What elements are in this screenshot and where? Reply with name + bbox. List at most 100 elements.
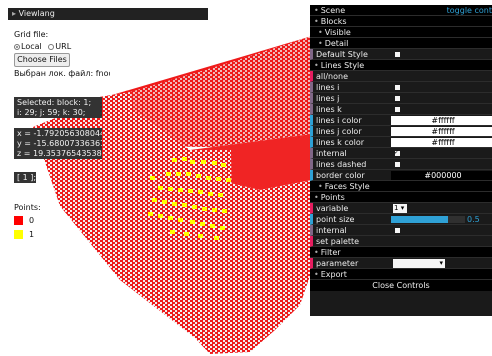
lines-j-row[interactable]: lines j <box>310 93 492 104</box>
set-palette-row[interactable]: set palette <box>310 236 492 247</box>
folder-faces-style-label: Faces Style <box>324 182 370 191</box>
radio-url[interactable] <box>48 43 55 50</box>
point-size-slider-fill <box>391 216 448 223</box>
folder-scene[interactable]: • Scene toggle cont <box>310 5 492 16</box>
folder-dot-icon: • <box>314 61 319 70</box>
points-legend-item-1: 1 <box>14 230 34 239</box>
selection-line-2: i: 29; j: 59; k: 30; <box>17 108 86 117</box>
folder-scene-label: Scene <box>320 6 346 15</box>
default-style-checkbox[interactable] <box>395 52 400 57</box>
lines-i-color-row[interactable]: lines i color #ffffff <box>310 115 492 126</box>
folder-visible-label: Visible <box>324 28 351 37</box>
lines-k-checkbox[interactable] <box>395 107 400 112</box>
loaded-file-text: Выбран лок. файл: fnod <box>14 69 110 78</box>
border-color-row[interactable]: border color #000000 <box>310 170 492 181</box>
legend-swatch-1 <box>14 230 23 239</box>
lines-j-color-row[interactable]: lines j color #ffffff <box>310 126 492 137</box>
point-size-value[interactable]: 0.5 <box>467 214 480 224</box>
all-none-label: all/none <box>316 72 348 81</box>
lines-i-color-label: lines i color <box>316 116 362 125</box>
folder-points[interactable]: • Points <box>310 192 492 203</box>
points-legend-item-0: 0 <box>14 216 34 225</box>
controls-panel: • Scene toggle cont • Blocks • Visible • Deta… <box>310 5 492 316</box>
folder-dot-icon: • <box>314 248 319 257</box>
folder-lines-style-label: Lines Style <box>320 61 365 70</box>
radio-url-label[interactable]: URL <box>55 42 71 51</box>
variable-row[interactable]: variable 1 ▾ <box>310 203 492 214</box>
lines-i-color-input[interactable]: #ffffff <box>391 116 492 125</box>
lines-k-row[interactable]: lines k <box>310 104 492 115</box>
folder-detail-label: Detail <box>324 39 349 48</box>
folder-faces-style[interactable]: • Faces Style <box>310 181 492 192</box>
lines-dashed-label: lines dashed <box>316 160 367 169</box>
close-controls-button[interactable]: Close Controls <box>310 280 492 291</box>
lines-dashed-row[interactable]: lines dashed <box>310 159 492 170</box>
lines-i-row[interactable]: lines i <box>310 82 492 93</box>
legend-label-0: 0 <box>29 216 35 225</box>
parameter-label: parameter <box>316 259 359 268</box>
app-title-bar[interactable]: ▸ Viewlang <box>8 8 208 20</box>
points-internal-row[interactable]: internal <box>310 225 492 236</box>
folder-dot-icon: • <box>318 28 323 37</box>
variable-select[interactable]: 1 ▾ <box>393 204 407 213</box>
parameter-select[interactable]: ▾ <box>393 259 445 268</box>
index-badge: [ 1 ]; <box>14 172 36 183</box>
lines-internal-label: internal <box>316 149 347 158</box>
radio-local[interactable] <box>14 43 20 50</box>
folder-filter[interactable]: • Filter <box>310 247 492 258</box>
folder-export-label: Export <box>320 270 347 279</box>
folder-dot-icon: • <box>314 270 319 279</box>
folder-points-label: Points <box>320 193 345 202</box>
coord-y: y = -15.68007336361 <box>17 139 102 148</box>
point-size-row[interactable]: point size 0.5 <box>310 214 492 225</box>
parameter-row[interactable]: parameter ▾ <box>310 258 492 269</box>
lines-j-checkbox[interactable] <box>395 96 400 101</box>
set-palette-label: set palette <box>316 237 360 246</box>
folder-blocks[interactable]: • Blocks <box>310 16 492 27</box>
folder-filter-label: Filter <box>320 248 341 257</box>
radio-local-label[interactable]: Local <box>21 42 42 51</box>
lines-j-label: lines j <box>316 94 340 103</box>
lines-k-color-label: lines k color <box>316 138 365 147</box>
lines-k-label: lines k <box>316 105 342 114</box>
lines-j-color-label: lines j color <box>316 127 362 136</box>
points-internal-label: internal <box>316 226 347 235</box>
point-size-slider[interactable] <box>391 216 465 223</box>
folder-dot-icon: • <box>318 182 323 191</box>
lines-dashed-checkbox[interactable] <box>395 162 400 167</box>
lines-internal-checkbox[interactable] <box>394 148 400 158</box>
lines-j-color-input[interactable]: #ffffff <box>391 127 492 136</box>
folder-blocks-label: Blocks <box>320 17 347 26</box>
toggle-controls-link[interactable]: toggle cont <box>447 5 492 15</box>
border-color-input[interactable]: #000000 <box>391 171 492 180</box>
selection-info: Selected: block: 1; i: 29; j: 59; k: 30; <box>14 97 102 118</box>
point-size-label: point size <box>316 215 355 224</box>
coord-z: z = 19.35376543538; <box>17 149 102 158</box>
default-style-label: Default Style <box>316 50 368 59</box>
folder-export[interactable]: • Export <box>310 269 492 280</box>
folder-dot-icon: • <box>314 17 319 26</box>
points-legend-label: Points: <box>14 203 41 212</box>
lines-k-color-row[interactable]: lines k color #ffffff <box>310 137 492 148</box>
lines-i-label: lines i <box>316 83 340 92</box>
points-internal-checkbox[interactable] <box>395 228 400 233</box>
folder-dot-icon: • <box>314 193 319 202</box>
app-title: Viewlang <box>18 9 55 18</box>
legend-label-1: 1 <box>29 230 35 239</box>
lines-i-checkbox[interactable] <box>395 85 400 90</box>
lines-k-color-input[interactable]: #ffffff <box>391 138 492 147</box>
source-radio-group: Local URL <box>14 42 71 51</box>
folder-detail[interactable]: • Detail <box>310 38 492 49</box>
folder-lines-style[interactable]: • Lines Style <box>310 60 492 71</box>
choose-files-button[interactable]: Choose Files <box>14 53 70 67</box>
border-color-label: border color <box>316 171 365 180</box>
chevron-down-icon: ▾ <box>439 259 443 267</box>
folder-visible[interactable]: • Visible <box>310 27 492 38</box>
variable-label: variable <box>316 204 349 213</box>
all-none-row[interactable]: all/none <box>310 71 492 82</box>
default-style-row[interactable]: Default Style <box>310 49 492 60</box>
folder-dot-icon: • <box>314 6 319 15</box>
lines-internal-row[interactable]: internal <box>310 148 492 159</box>
coord-x: x = -1.792056308044 <box>17 129 102 138</box>
chevron-down-icon: ▾ <box>398 204 405 212</box>
